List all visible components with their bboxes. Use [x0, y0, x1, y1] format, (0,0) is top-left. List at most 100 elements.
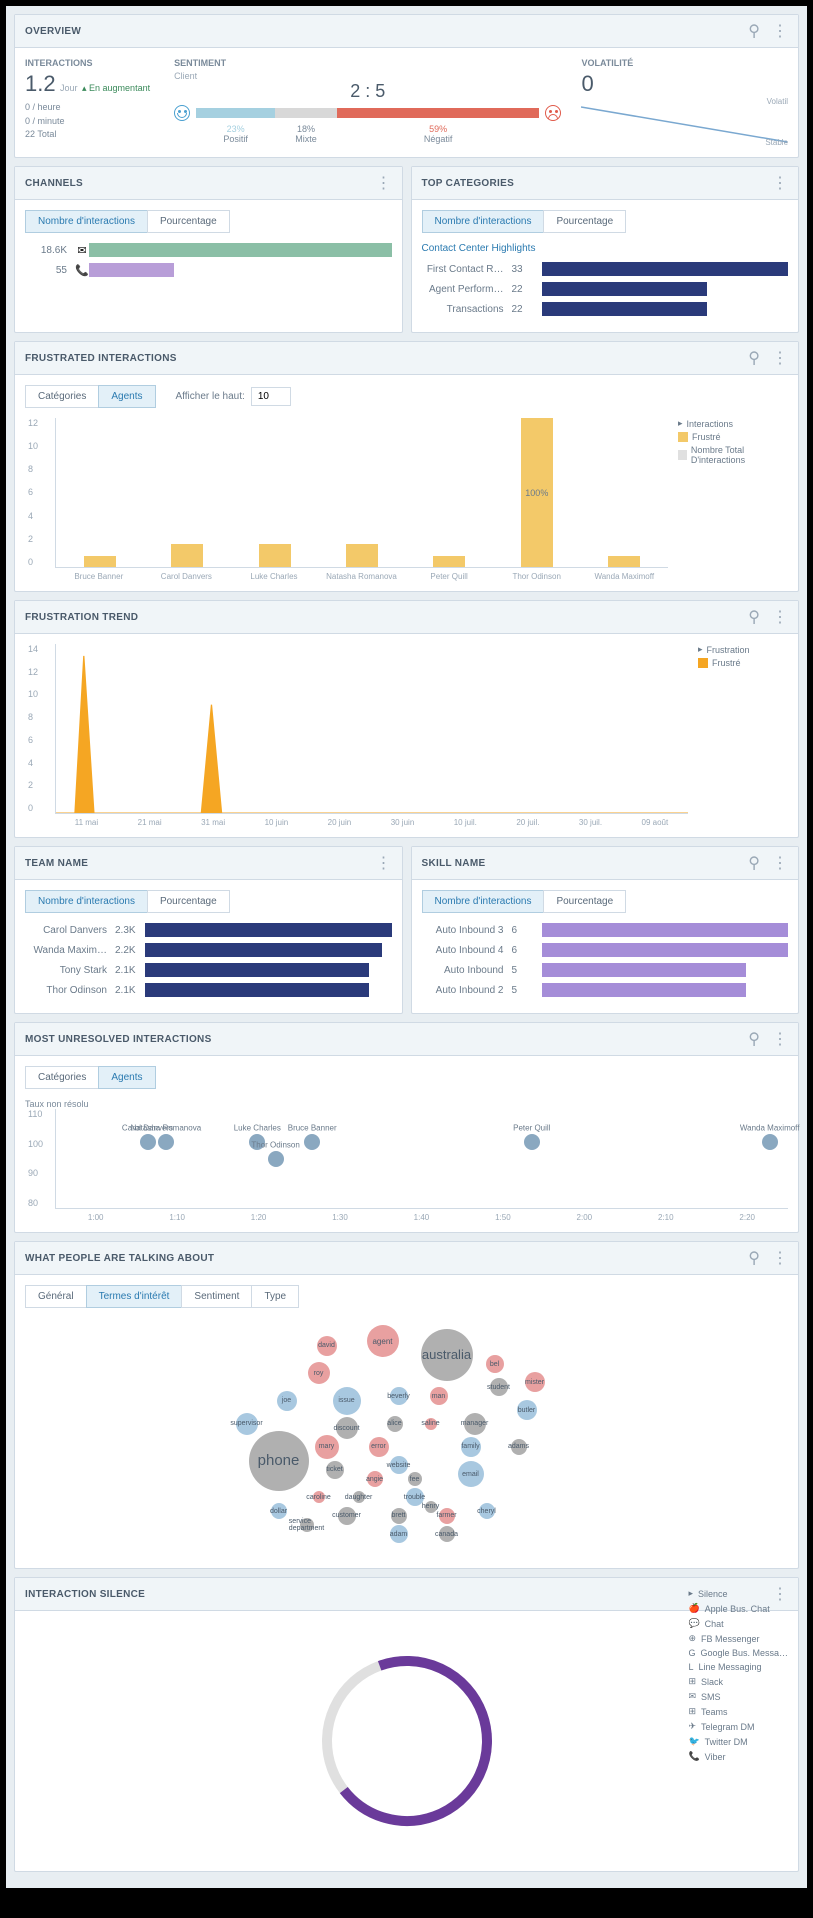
tab-categories[interactable]: Catégories — [25, 385, 99, 408]
bubble[interactable]: website — [390, 1456, 408, 1474]
legend-item[interactable]: GGoogle Bus. Messa… — [688, 1648, 788, 1658]
legend-item[interactable]: ⊞Slack — [688, 1676, 788, 1687]
tab-agents[interactable]: Agents — [98, 1066, 155, 1089]
legend-item[interactable]: ⊞Teams — [688, 1706, 788, 1717]
list-row[interactable]: Auto Inbound5 — [422, 963, 789, 977]
legend-item[interactable]: LLine Messaging — [688, 1662, 788, 1672]
more-icon[interactable]: ⋮ — [772, 1029, 788, 1049]
more-icon[interactable]: ⋮ — [376, 173, 392, 193]
bubble[interactable]: mary — [315, 1435, 339, 1459]
channel-row[interactable]: 55📞 — [25, 263, 392, 277]
tab-interactions[interactable]: Nombre d'interactions — [422, 210, 545, 233]
list-row[interactable]: Tony Stark2.1K — [25, 963, 392, 977]
bubble[interactable]: brett — [391, 1508, 407, 1524]
bubble[interactable]: angie — [367, 1471, 383, 1487]
tab-sentiment[interactable]: Sentiment — [181, 1285, 252, 1308]
bubble[interactable]: adams — [511, 1439, 527, 1455]
list-row[interactable]: Auto Inbound 46 — [422, 943, 789, 957]
bubble[interactable]: discount — [336, 1417, 358, 1439]
scatter-point[interactable] — [524, 1134, 540, 1150]
legend-frustration[interactable]: ▸Frustration — [698, 644, 788, 655]
more-icon[interactable]: ⋮ — [772, 348, 788, 368]
category-row[interactable]: Agent Perform…22 — [422, 282, 789, 296]
bubble[interactable]: adam — [390, 1525, 408, 1543]
top-input[interactable] — [251, 387, 291, 406]
bubble[interactable]: caroline — [313, 1491, 325, 1503]
category-row[interactable]: Transactions22 — [422, 302, 789, 316]
bubble[interactable]: saline — [425, 1418, 437, 1430]
legend-item[interactable]: 📞Viber — [688, 1751, 788, 1762]
bubble[interactable]: farmer — [439, 1508, 455, 1524]
more-icon[interactable]: ⋮ — [772, 21, 788, 41]
bubble[interactable]: manager — [464, 1413, 486, 1435]
bubble[interactable]: fee — [408, 1472, 422, 1486]
filter-icon[interactable]: ⚲ — [748, 21, 760, 41]
filter-icon[interactable]: ⚲ — [748, 853, 760, 873]
bubble[interactable]: family — [461, 1437, 481, 1457]
tab-terms[interactable]: Termes d'intérêt — [86, 1285, 183, 1308]
legend-item[interactable]: 🍎Apple Bus. Chat — [688, 1603, 788, 1614]
bubble[interactable]: beverly — [390, 1387, 408, 1405]
filter-icon[interactable]: ⚲ — [748, 607, 760, 627]
filter-icon[interactable]: ⚲ — [748, 1029, 760, 1049]
tab-percentage[interactable]: Pourcentage — [543, 210, 626, 233]
tab-interactions[interactable]: Nombre d'interactions — [25, 210, 148, 233]
bubble[interactable]: customer — [338, 1507, 356, 1525]
more-icon[interactable]: ⋮ — [376, 853, 392, 873]
bubble[interactable]: dollar — [271, 1503, 287, 1519]
category-row[interactable]: First Contact R…33 — [422, 262, 789, 276]
list-row[interactable]: Carol Danvers2.3K — [25, 923, 392, 937]
bubble[interactable]: agent — [367, 1325, 399, 1357]
legend-interactions[interactable]: ▸Interactions — [678, 418, 788, 429]
tab-interactions[interactable]: Nombre d'interactions — [25, 890, 148, 913]
bubble[interactable]: man — [430, 1387, 448, 1405]
tab-interactions[interactable]: Nombre d'interactions — [422, 890, 545, 913]
tab-categories[interactable]: Catégories — [25, 1066, 99, 1089]
more-icon[interactable]: ⋮ — [772, 173, 788, 193]
bubble[interactable]: daughter — [353, 1491, 365, 1503]
filter-icon[interactable]: ⚲ — [748, 348, 760, 368]
list-row[interactable]: Auto Inbound 25 — [422, 983, 789, 997]
more-icon[interactable]: ⋮ — [772, 853, 788, 873]
bubble[interactable]: canada — [439, 1526, 455, 1542]
bubble[interactable]: mister — [525, 1372, 545, 1392]
legend-item[interactable]: ⊕FB Messenger — [688, 1633, 788, 1644]
highlights-link[interactable]: Contact Center Highlights — [422, 243, 789, 254]
bubble[interactable]: australia — [421, 1329, 473, 1381]
bubble[interactable]: supervisor — [236, 1413, 258, 1435]
bubble[interactable]: bel — [486, 1355, 504, 1373]
legend-item[interactable]: 🐦Twitter DM — [688, 1736, 788, 1747]
scatter-point[interactable] — [158, 1134, 174, 1150]
bubble[interactable]: ticket — [326, 1461, 344, 1479]
bubble[interactable]: phone — [249, 1431, 309, 1491]
bubble[interactable]: email — [458, 1461, 484, 1487]
tab-agents[interactable]: Agents — [98, 385, 155, 408]
more-icon[interactable]: ⋮ — [772, 607, 788, 627]
tab-general[interactable]: Général — [25, 1285, 87, 1308]
tab-type[interactable]: Type — [251, 1285, 299, 1308]
bubble[interactable]: alice — [387, 1416, 403, 1432]
bubble[interactable]: error — [369, 1437, 389, 1457]
scatter-point[interactable] — [268, 1151, 284, 1167]
scatter-point[interactable] — [140, 1134, 156, 1150]
bubble[interactable]: butler — [517, 1400, 537, 1420]
scatter-point[interactable] — [762, 1134, 778, 1150]
bubble[interactable]: student — [490, 1378, 508, 1396]
channel-row[interactable]: 18.6K✉ — [25, 243, 392, 257]
tab-percentage[interactable]: Pourcentage — [147, 890, 230, 913]
legend-item[interactable]: 💬Chat — [688, 1618, 788, 1629]
list-row[interactable]: Wanda Maxim…2.2K — [25, 943, 392, 957]
bubble[interactable]: david — [317, 1336, 337, 1356]
legend-item[interactable]: ✉SMS — [688, 1691, 788, 1702]
legend-item[interactable]: ✈Telegram DM — [688, 1721, 788, 1732]
list-row[interactable]: Thor Odinson2.1K — [25, 983, 392, 997]
filter-icon[interactable]: ⚲ — [748, 1248, 760, 1268]
more-icon[interactable]: ⋮ — [772, 1248, 788, 1268]
tab-percentage[interactable]: Pourcentage — [543, 890, 626, 913]
legend-item[interactable]: ▸Silence — [688, 1588, 788, 1599]
bubble[interactable]: cheryl — [479, 1503, 495, 1519]
bubble[interactable]: roy — [308, 1362, 330, 1384]
tab-percentage[interactable]: Pourcentage — [147, 210, 230, 233]
list-row[interactable]: Auto Inbound 36 — [422, 923, 789, 937]
bubble[interactable]: joe — [277, 1391, 297, 1411]
